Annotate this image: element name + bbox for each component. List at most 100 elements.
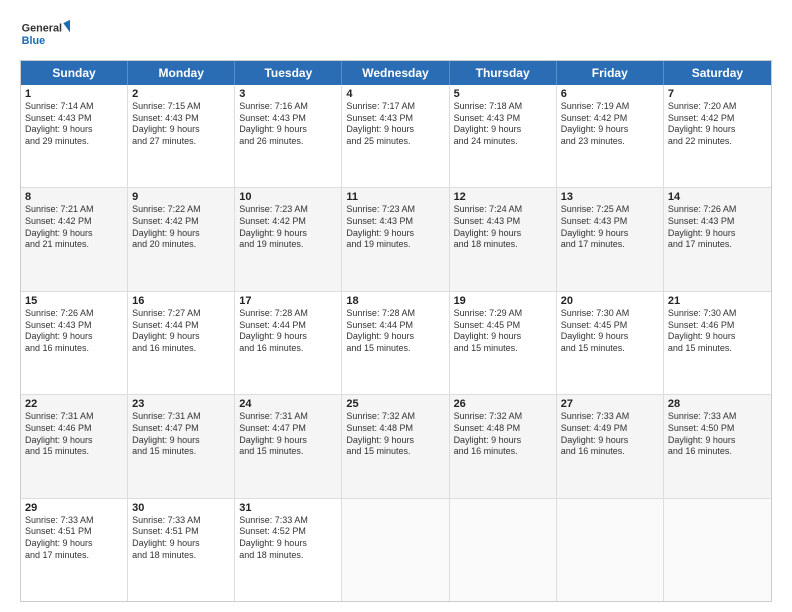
day-number: 30 [132,502,230,514]
calendar-day-20: 20Sunrise: 7:30 AM Sunset: 4:45 PM Dayli… [557,292,664,394]
day-number: 31 [239,502,337,514]
calendar-body: 1Sunrise: 7:14 AM Sunset: 4:43 PM Daylig… [21,85,771,601]
calendar-day-13: 13Sunrise: 7:25 AM Sunset: 4:43 PM Dayli… [557,188,664,290]
calendar-week-3: 15Sunrise: 7:26 AM Sunset: 4:43 PM Dayli… [21,292,771,395]
calendar-day-2: 2Sunrise: 7:15 AM Sunset: 4:43 PM Daylig… [128,85,235,187]
day-info: Sunrise: 7:16 AM Sunset: 4:43 PM Dayligh… [239,101,337,148]
day-number: 24 [239,398,337,410]
calendar-day-26: 26Sunrise: 7:32 AM Sunset: 4:48 PM Dayli… [450,395,557,497]
calendar-day-24: 24Sunrise: 7:31 AM Sunset: 4:47 PM Dayli… [235,395,342,497]
day-info: Sunrise: 7:32 AM Sunset: 4:48 PM Dayligh… [346,411,444,458]
day-number: 25 [346,398,444,410]
calendar-header: SundayMondayTuesdayWednesdayThursdayFrid… [21,61,771,85]
calendar-day-8: 8Sunrise: 7:21 AM Sunset: 4:42 PM Daylig… [21,188,128,290]
day-info: Sunrise: 7:33 AM Sunset: 4:51 PM Dayligh… [132,515,230,562]
day-info: Sunrise: 7:31 AM Sunset: 4:47 PM Dayligh… [132,411,230,458]
day-info: Sunrise: 7:30 AM Sunset: 4:45 PM Dayligh… [561,308,659,355]
day-number: 23 [132,398,230,410]
calendar-day-28: 28Sunrise: 7:33 AM Sunset: 4:50 PM Dayli… [664,395,771,497]
calendar-week-5: 29Sunrise: 7:33 AM Sunset: 4:51 PM Dayli… [21,499,771,601]
day-info: Sunrise: 7:18 AM Sunset: 4:43 PM Dayligh… [454,101,552,148]
page: General Blue SundayMondayTuesdayWednesda… [0,0,792,612]
calendar-day-4: 4Sunrise: 7:17 AM Sunset: 4:43 PM Daylig… [342,85,449,187]
calendar-week-2: 8Sunrise: 7:21 AM Sunset: 4:42 PM Daylig… [21,188,771,291]
calendar-day-empty [557,499,664,601]
calendar-day-17: 17Sunrise: 7:28 AM Sunset: 4:44 PM Dayli… [235,292,342,394]
calendar-day-15: 15Sunrise: 7:26 AM Sunset: 4:43 PM Dayli… [21,292,128,394]
header: General Blue [20,16,772,52]
day-number: 21 [668,295,767,307]
calendar-day-11: 11Sunrise: 7:23 AM Sunset: 4:43 PM Dayli… [342,188,449,290]
day-number: 19 [454,295,552,307]
header-day-friday: Friday [557,61,664,85]
header-day-saturday: Saturday [664,61,771,85]
calendar-day-21: 21Sunrise: 7:30 AM Sunset: 4:46 PM Dayli… [664,292,771,394]
svg-text:Blue: Blue [22,35,45,47]
day-number: 6 [561,88,659,100]
day-info: Sunrise: 7:33 AM Sunset: 4:50 PM Dayligh… [668,411,767,458]
day-number: 26 [454,398,552,410]
calendar-day-1: 1Sunrise: 7:14 AM Sunset: 4:43 PM Daylig… [21,85,128,187]
day-number: 7 [668,88,767,100]
calendar: SundayMondayTuesdayWednesdayThursdayFrid… [20,60,772,602]
day-number: 14 [668,191,767,203]
day-info: Sunrise: 7:24 AM Sunset: 4:43 PM Dayligh… [454,204,552,251]
calendar-day-18: 18Sunrise: 7:28 AM Sunset: 4:44 PM Dayli… [342,292,449,394]
header-day-thursday: Thursday [450,61,557,85]
day-number: 1 [25,88,123,100]
calendar-day-5: 5Sunrise: 7:18 AM Sunset: 4:43 PM Daylig… [450,85,557,187]
calendar-day-empty [450,499,557,601]
day-info: Sunrise: 7:23 AM Sunset: 4:42 PM Dayligh… [239,204,337,251]
day-info: Sunrise: 7:26 AM Sunset: 4:43 PM Dayligh… [668,204,767,251]
logo-svg: General Blue [20,16,70,52]
calendar-day-25: 25Sunrise: 7:32 AM Sunset: 4:48 PM Dayli… [342,395,449,497]
day-info: Sunrise: 7:27 AM Sunset: 4:44 PM Dayligh… [132,308,230,355]
day-info: Sunrise: 7:23 AM Sunset: 4:43 PM Dayligh… [346,204,444,251]
day-info: Sunrise: 7:33 AM Sunset: 4:49 PM Dayligh… [561,411,659,458]
day-info: Sunrise: 7:31 AM Sunset: 4:47 PM Dayligh… [239,411,337,458]
day-number: 8 [25,191,123,203]
calendar-day-22: 22Sunrise: 7:31 AM Sunset: 4:46 PM Dayli… [21,395,128,497]
day-number: 17 [239,295,337,307]
day-number: 18 [346,295,444,307]
day-info: Sunrise: 7:30 AM Sunset: 4:46 PM Dayligh… [668,308,767,355]
calendar-day-9: 9Sunrise: 7:22 AM Sunset: 4:42 PM Daylig… [128,188,235,290]
day-number: 4 [346,88,444,100]
day-number: 27 [561,398,659,410]
calendar-day-10: 10Sunrise: 7:23 AM Sunset: 4:42 PM Dayli… [235,188,342,290]
day-info: Sunrise: 7:19 AM Sunset: 4:42 PM Dayligh… [561,101,659,148]
day-number: 11 [346,191,444,203]
calendar-week-4: 22Sunrise: 7:31 AM Sunset: 4:46 PM Dayli… [21,395,771,498]
day-number: 22 [25,398,123,410]
day-number: 29 [25,502,123,514]
day-number: 13 [561,191,659,203]
day-info: Sunrise: 7:29 AM Sunset: 4:45 PM Dayligh… [454,308,552,355]
header-day-monday: Monday [128,61,235,85]
day-number: 16 [132,295,230,307]
day-info: Sunrise: 7:33 AM Sunset: 4:51 PM Dayligh… [25,515,123,562]
day-info: Sunrise: 7:15 AM Sunset: 4:43 PM Dayligh… [132,101,230,148]
logo: General Blue [20,16,70,52]
calendar-day-30: 30Sunrise: 7:33 AM Sunset: 4:51 PM Dayli… [128,499,235,601]
day-info: Sunrise: 7:14 AM Sunset: 4:43 PM Dayligh… [25,101,123,148]
day-number: 3 [239,88,337,100]
day-info: Sunrise: 7:28 AM Sunset: 4:44 PM Dayligh… [346,308,444,355]
header-day-wednesday: Wednesday [342,61,449,85]
day-number: 12 [454,191,552,203]
day-info: Sunrise: 7:17 AM Sunset: 4:43 PM Dayligh… [346,101,444,148]
day-info: Sunrise: 7:26 AM Sunset: 4:43 PM Dayligh… [25,308,123,355]
day-number: 10 [239,191,337,203]
day-info: Sunrise: 7:31 AM Sunset: 4:46 PM Dayligh… [25,411,123,458]
calendar-day-12: 12Sunrise: 7:24 AM Sunset: 4:43 PM Dayli… [450,188,557,290]
calendar-day-14: 14Sunrise: 7:26 AM Sunset: 4:43 PM Dayli… [664,188,771,290]
day-number: 9 [132,191,230,203]
day-info: Sunrise: 7:21 AM Sunset: 4:42 PM Dayligh… [25,204,123,251]
calendar-day-19: 19Sunrise: 7:29 AM Sunset: 4:45 PM Dayli… [450,292,557,394]
calendar-day-16: 16Sunrise: 7:27 AM Sunset: 4:44 PM Dayli… [128,292,235,394]
calendar-day-empty [664,499,771,601]
calendar-day-empty [342,499,449,601]
calendar-day-6: 6Sunrise: 7:19 AM Sunset: 4:42 PM Daylig… [557,85,664,187]
day-info: Sunrise: 7:20 AM Sunset: 4:42 PM Dayligh… [668,101,767,148]
day-number: 20 [561,295,659,307]
day-info: Sunrise: 7:32 AM Sunset: 4:48 PM Dayligh… [454,411,552,458]
